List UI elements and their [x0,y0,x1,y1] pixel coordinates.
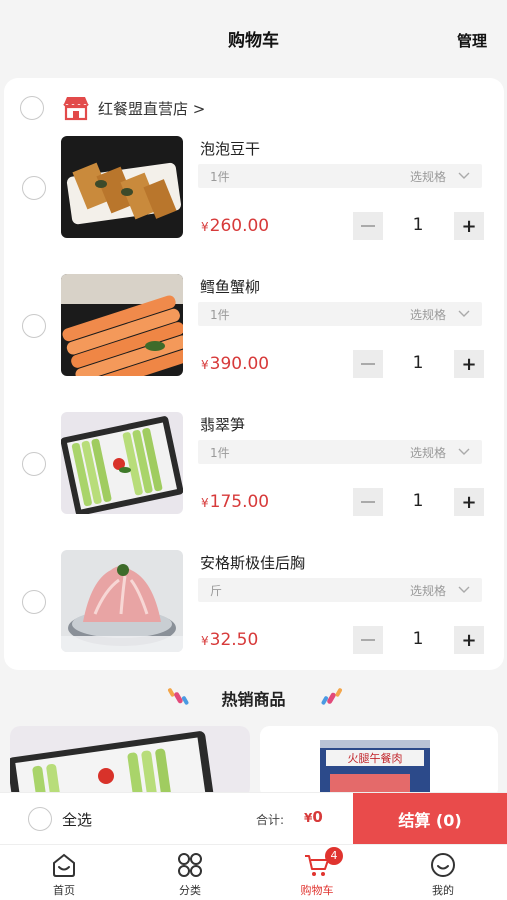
bottom-tab-bar: 首页 分类 4 购物车 我的 [0,844,507,900]
hot-product-image [10,726,250,798]
product-name[interactable]: 鳕鱼蟹柳 [200,276,260,297]
tab-profile[interactable]: 我的 [393,845,493,900]
quantity-stepper: 1 + [353,626,484,654]
plus-icon: + [461,491,477,513]
decrease-button[interactable] [353,350,383,378]
cart-badge: 4 [325,847,343,865]
item-select-checkbox[interactable] [22,590,46,614]
spec-value: 1件 [210,170,230,184]
select-all-checkbox[interactable] [28,807,52,831]
increase-button[interactable]: + [454,488,484,516]
hot-product-card[interactable] [10,726,250,798]
spec-value: 1件 [210,446,230,460]
tab-home[interactable]: 首页 [14,845,114,900]
checkout-button[interactable]: 结算 (0) [353,793,507,845]
home-icon [53,853,75,877]
hot-product-image: 火腿午餐肉 [260,726,498,798]
chevron-down-icon [458,586,470,593]
product-image[interactable] [61,550,183,652]
spec-selector[interactable]: 1件 选规格 [198,302,482,326]
hot-product-card[interactable]: 火腿午餐肉 [260,726,498,798]
product-name[interactable]: 泡泡豆干 [200,138,260,159]
spec-pick-label: 选规格 [409,308,446,322]
manage-button[interactable]: 管理 [457,30,487,51]
product-image[interactable] [61,136,183,238]
cart-card: 红餐盟直营店 > 泡泡豆干 1件 选规格 ¥260.00 1 + 鳕鱼蟹柳 1件… [4,78,504,670]
store-name-link[interactable]: 红餐盟直营店 > [98,98,205,119]
spec-selector[interactable]: 1件 选规格 [198,164,482,188]
quantity-value[interactable]: 1 [397,353,439,373]
quantity-stepper: 1 + [353,488,484,516]
total-label: 合计: [256,813,285,827]
quantity-stepper: 1 + [353,212,484,240]
cart-item: 安格斯极佳后胸 斤 选规格 ¥32.50 1 + [4,550,504,658]
decrease-button[interactable] [353,212,383,240]
product-name[interactable]: 安格斯极佳后胸 [200,552,305,573]
spec-selector[interactable]: 1件 选规格 [198,440,482,464]
chevron-down-icon [458,310,470,317]
minus-icon [361,639,375,641]
page-title: 购物车 [228,31,279,51]
tab-cart-label: 购物车 [300,884,334,897]
quantity-stepper: 1 + [353,350,484,378]
top-nav-bar: 购物车 管理 [0,0,507,72]
item-select-checkbox[interactable] [22,452,46,476]
cart-item: 泡泡豆干 1件 选规格 ¥260.00 1 + [4,136,504,244]
product-name[interactable]: 翡翠笋 [200,414,245,435]
spec-pick-label: 选规格 [409,584,446,598]
minus-icon [361,363,375,365]
quantity-value[interactable]: 1 [397,215,439,235]
store-select-checkbox[interactable] [20,96,44,120]
tab-profile-label: 我的 [432,884,454,897]
item-select-checkbox[interactable] [22,176,46,200]
chevron-down-icon [458,172,470,179]
spec-pick-label: 选规格 [409,170,446,184]
plus-icon: + [461,629,477,651]
store-icon [63,97,89,121]
product-price: ¥390.00 [201,354,270,374]
item-select-checkbox[interactable] [22,314,46,338]
cart-item: 鳕鱼蟹柳 1件 选规格 ¥390.00 1 + [4,274,504,382]
minus-icon [361,225,375,227]
plus-icon: + [461,215,477,237]
increase-button[interactable]: + [454,626,484,654]
select-all-label[interactable]: 全选 [62,809,92,830]
tab-category-label: 分类 [179,884,201,897]
profile-icon [431,853,455,877]
sparkle-icon [321,688,342,705]
product-price: ¥32.50 [201,630,259,650]
total-amount: ¥0 [304,808,323,826]
cart-item: 翡翠笋 1件 选规格 ¥175.00 1 + [4,412,504,520]
tab-category[interactable]: 分类 [140,845,240,900]
hot-product-label: 火腿午餐肉 [348,751,403,765]
checkout-bar: 全选 合计: ¥0 结算 (0) [0,792,507,845]
minus-icon [361,501,375,503]
spec-pick-label: 选规格 [409,446,446,460]
tab-cart[interactable]: 4 购物车 [267,845,367,900]
hot-products-title: 热销商品 [221,690,286,709]
increase-button[interactable]: + [454,350,484,378]
spec-value: 斤 [210,584,223,598]
product-image[interactable] [61,274,183,376]
spec-selector[interactable]: 斤 选规格 [198,578,482,602]
quantity-value[interactable]: 1 [397,491,439,511]
plus-icon: + [461,353,477,375]
decrease-button[interactable] [353,626,383,654]
decrease-button[interactable] [353,488,383,516]
spec-value: 1件 [210,308,230,322]
chevron-down-icon [458,448,470,455]
product-price: ¥260.00 [201,216,270,236]
product-image[interactable] [61,412,183,514]
tab-home-label: 首页 [53,884,75,897]
product-price: ¥175.00 [201,492,270,512]
quantity-value[interactable]: 1 [397,629,439,649]
increase-button[interactable]: + [454,212,484,240]
category-icon [178,853,202,877]
